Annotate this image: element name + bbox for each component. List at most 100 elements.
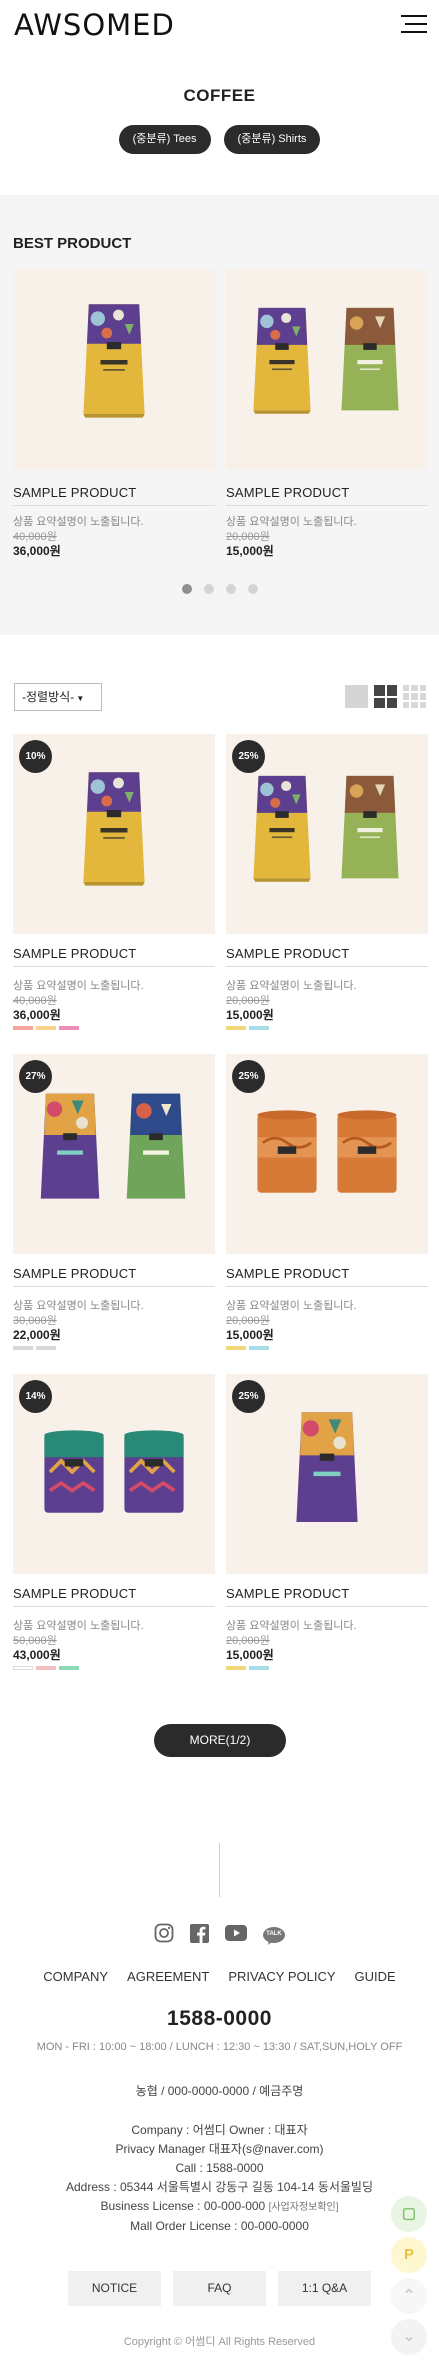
footer-link-privacy[interactable]: PRIVACY POLICY [228,1969,335,1984]
business-license: Business License : 00-000-000 [사업자정보확인] [0,2197,439,2217]
best-product-price: 36,000원 [13,544,61,558]
footer-links: COMPANY AGREEMENT PRIVACY POLICY GUIDE [0,1969,439,1984]
color-swatch [13,1346,33,1350]
product-desc: 상품 요약설명이 노출됩니다. [226,1620,357,1632]
social-links: TALK [0,1923,439,1948]
color-swatch [13,1666,33,1670]
product-image-6[interactable]: 25% [226,1374,428,1574]
view-grid-3-icon[interactable] [403,685,426,708]
color-swatch [36,1346,56,1350]
cs-hours: MON - FRI : 10:00 ~ 18:00 / LUNCH : 12:3… [36,2041,403,2053]
pay-icon[interactable]: P [391,2237,427,2273]
color-swatches [13,1346,56,1350]
youtube-icon[interactable] [225,1925,247,1946]
talk-icon[interactable]: TALK [263,1926,285,1945]
product-desc: 상품 요약설명이 노출됩니다. [13,1300,144,1312]
footer-link-guide[interactable]: GUIDE [355,1969,396,1984]
qna-button[interactable]: 1:1 Q&A [278,2271,371,2306]
slider-pagination [0,584,439,594]
product-image-2[interactable]: 25% [226,734,428,934]
best-product-name[interactable]: SAMPLE PRODUCT [226,485,349,500]
color-swatches [13,1026,79,1030]
product-image-3[interactable]: 27% [13,1054,215,1254]
menu-icon[interactable] [401,15,427,35]
sort-select[interactable]: -정렬방식- ▼ [14,683,102,711]
instagram-icon[interactable] [154,1923,174,1948]
category-title: COFFEE [183,86,256,105]
subcategory-shirts[interactable]: (중분류) Shirts [223,125,321,154]
color-swatch [36,1666,56,1670]
discount-badge: 14% [19,1380,52,1413]
color-swatch [36,1026,56,1030]
best-product-name[interactable]: SAMPLE PRODUCT [13,485,136,500]
product-price: 43,000원 [13,1648,61,1662]
product-desc: 상품 요약설명이 노출됩니다. [13,1620,144,1632]
footer-link-company[interactable]: COMPANY [43,1969,108,1984]
scroll-bottom-icon[interactable]: ⌄ [391,2319,427,2355]
product-image-5[interactable]: 14% [13,1374,215,1574]
product-name[interactable]: SAMPLE PRODUCT [226,946,349,961]
product-price: 15,000원 [226,1648,274,1662]
faq-button[interactable]: FAQ [173,2271,266,2306]
notice-button[interactable]: NOTICE [68,2271,161,2306]
bank-info: 농협 / 000-0000-0000 / 예금주명 [135,2084,304,2098]
address: Address : 05344 서울특별시 강동구 길동 104-14 동서울빌… [65,2180,374,2194]
business-license-number: Business License : 00-000-000 [100,2199,266,2213]
product-price: 36,000원 [13,1008,61,1022]
product-name[interactable]: SAMPLE PRODUCT [13,1586,136,1601]
company-owner: Company : 어썸디 Owner : 대표자 [131,2123,308,2137]
slider-dot-3[interactable] [225,584,236,594]
copyright: Copyright © 어썸디 All Rights Reserved [123,2336,316,2348]
discount-badge: 10% [19,740,52,773]
best-product-title: BEST PRODUCT [13,235,132,252]
product-name[interactable]: SAMPLE PRODUCT [13,946,136,961]
cs-phone: 1588-0000 [167,2007,272,2030]
facebook-icon[interactable] [190,1923,209,1948]
product-name[interactable]: SAMPLE PRODUCT [226,1266,349,1281]
divider [219,1843,220,1897]
footer-link-agreement[interactable]: AGREEMENT [127,1969,209,1984]
best-product-image-1[interactable] [13,270,215,470]
divider [226,1286,428,1287]
product-image-1[interactable]: 10% [13,734,215,934]
color-swatch [249,1026,269,1030]
divider [13,966,215,967]
product-name[interactable]: SAMPLE PRODUCT [13,1266,136,1281]
slider-dot-1[interactable] [181,584,192,594]
product-price: 15,000원 [226,1328,274,1342]
divider [226,505,428,506]
view-list-icon[interactable] [345,685,368,708]
product-image-4[interactable]: 25% [226,1054,428,1254]
color-swatch [249,1346,269,1350]
subcategory-tees[interactable]: (중분류) Tees [118,125,211,154]
product-price: 15,000원 [226,1008,274,1022]
dropdown-arrow-icon: ▼ [74,694,85,703]
scroll-top-icon[interactable]: ⌃ [391,2278,427,2314]
view-grid-2-icon[interactable] [374,685,397,708]
divider [13,1286,215,1287]
privacy-manager: Privacy Manager 대표자(s@naver.com) [115,2142,324,2156]
divider [226,1606,428,1607]
product-desc: 상품 요약설명이 노출됩니다. [13,980,144,992]
sort-label: -정렬방식- [22,690,75,704]
mall-order-license: Mall Order License : 00-000-0000 [130,2219,309,2233]
footer-buttons: NOTICE FAQ 1:1 Q&A [68,2271,371,2306]
product-price: 22,000원 [13,1328,61,1342]
slider-dot-4[interactable] [247,584,258,594]
talk-chat-icon[interactable]: ▢ [391,2196,427,2232]
divider [13,1606,215,1607]
site-logo[interactable]: AWSOMED [14,8,175,42]
coffee-bag-image [83,304,145,418]
best-product-desc: 상품 요약설명이 노출됩니다. [226,516,357,528]
divider [226,966,428,967]
site-header: AWSOMED [0,0,439,52]
more-button[interactable]: MORE(1/2) [154,1724,286,1757]
slider-dot-2[interactable] [203,584,214,594]
discount-badge: 27% [19,1060,52,1093]
view-toggle-group [345,685,426,708]
business-info-link[interactable]: [사업자정보확인] [269,2202,339,2213]
color-swatch [13,1026,33,1030]
color-swatches [226,1026,269,1030]
best-product-image-2[interactable] [226,270,428,470]
product-name[interactable]: SAMPLE PRODUCT [226,1586,349,1601]
